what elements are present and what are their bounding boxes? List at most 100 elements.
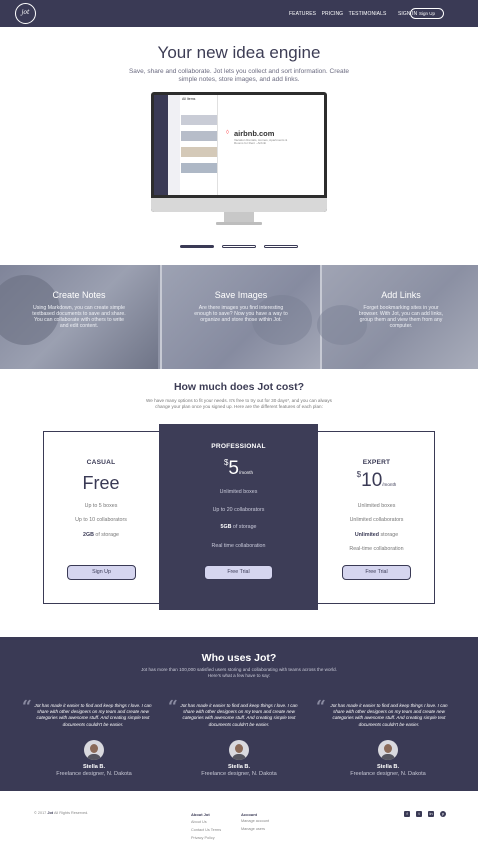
copyright-suffix: All Rights Reserved.	[53, 811, 89, 815]
copyright-brand: Jot	[47, 811, 54, 815]
plan-feature-highlight: 5GB	[220, 524, 232, 530]
testimonials-subtitle: Jot has more than 100,000 satisfied user…	[141, 667, 337, 678]
testimonial-role: Freelance designer, N. Dakota	[56, 771, 132, 777]
feature-title: Save Images	[214, 290, 268, 300]
footer-link-manage-users[interactable]: Manage users	[241, 827, 265, 831]
carousel-dot[interactable]	[222, 245, 256, 248]
feature-text: Using Markdown, you can create simple te…	[32, 305, 126, 329]
app-nav-column	[168, 95, 180, 195]
price-amount: 10	[361, 470, 383, 491]
plan-casual-signup-button[interactable]: Sign Up	[67, 565, 136, 580]
testimonials-title: Who uses Jot?	[201, 652, 277, 664]
app-thumbnail	[181, 115, 217, 125]
monitor-stand-base	[216, 222, 262, 225]
linkedin-icon[interactable]: in	[428, 811, 434, 817]
pinterest-icon[interactable]: p	[440, 811, 446, 817]
footer-link-manage-account[interactable]: Manage account	[241, 819, 269, 823]
monitor-mockup: All Items ◊ airbnb.com Vacation Rentals,…	[151, 92, 327, 212]
monitor-bezel	[151, 198, 327, 212]
app-thumbnail	[181, 163, 217, 173]
testimonial-name: Stella B.	[227, 764, 251, 770]
plan-feature-text: of storage	[93, 532, 119, 538]
nav-link-pricing[interactable]: PRICING	[322, 11, 344, 17]
plan-professional-card	[159, 424, 318, 610]
facebook-icon[interactable]: f	[404, 811, 410, 817]
feature-text: Forget bookmarking sites in your browser…	[358, 305, 444, 329]
plan-pro-feature: Up to 20 collaborators	[212, 507, 265, 513]
plan-expert-free-trial-button[interactable]: Free Trial	[342, 565, 411, 580]
plan-feature-highlight: Unlimited	[354, 532, 379, 538]
footer-account-title: Account	[241, 812, 257, 817]
plan-expert-feature: Unlimited storage	[318, 532, 435, 538]
plan-pro-free-trial-button[interactable]: Free Trial	[204, 565, 273, 580]
price-period: /month	[238, 470, 254, 475]
app-thumbnail	[181, 147, 217, 157]
price-amount: 5	[228, 458, 239, 479]
plan-pro-feature: 5GB of storage	[159, 524, 318, 530]
pricing-subtitle: We have many options to fit your needs. …	[146, 398, 332, 409]
plan-expert-feature: Real-time collaboration	[349, 546, 404, 552]
plan-pro-feature: Real time collaboration	[211, 543, 266, 549]
carousel-dot-active[interactable]	[180, 245, 214, 248]
plan-casual-price: Free	[82, 473, 120, 493]
copyright-prefix: © 2017	[34, 811, 47, 815]
quote-icon: “	[168, 697, 178, 717]
footer-about-title: About Jot	[191, 812, 210, 817]
plan-casual-name: CASUAL	[86, 459, 116, 466]
top-navbar: jot FEATURES PRICING TESTIMONIALS SIGN I…	[0, 0, 478, 27]
app-list-header: All Items	[182, 97, 196, 101]
plan-casual-feature: 2GB of storage	[43, 532, 159, 538]
feature-card-links: Add Links Forget bookmarking sites in yo…	[317, 265, 478, 369]
airbnb-logo-icon: ◊	[226, 130, 229, 136]
avatar	[378, 740, 398, 760]
testimonial-role: Freelance designer, N. Dakota	[350, 771, 426, 777]
plan-expert-feature: Unlimited boxes	[357, 503, 396, 509]
app-thumbnail	[181, 131, 217, 141]
copyright: © 2017 Jot All Rights Reserved.	[34, 811, 88, 815]
testimonial-quote: Jot has made it easier to find and keep …	[180, 703, 298, 727]
monitor-stand	[224, 212, 254, 222]
plan-expert-name: EXPERT	[362, 459, 391, 466]
plan-feature-text: storage	[379, 532, 399, 538]
plan-pro-feature: Unlimited boxes	[219, 489, 258, 495]
avatar	[229, 740, 249, 760]
feature-card-images: Save Images Are there images you find in…	[162, 265, 320, 369]
hero-subtitle: Save, share and collaborate. Jot lets yo…	[128, 68, 350, 83]
plan-expert-feature: Unlimited collaborators	[349, 517, 404, 523]
price-period: /month	[382, 482, 397, 487]
testimonial-name: Stella B.	[82, 764, 106, 770]
plan-pro-price: $5/month	[159, 458, 318, 480]
nav-link-features[interactable]: FEATURES	[289, 11, 316, 17]
footer-link-contact-terms[interactable]: Contact Us Terms	[191, 828, 221, 832]
airbnb-description: Vacation Rentals, Homes, Apartments & Ro…	[234, 138, 288, 146]
nav-signup-button[interactable]: Sign Up	[410, 8, 444, 19]
plan-casual-feature: Up to 5 boxes	[84, 503, 118, 509]
nav-link-testimonials[interactable]: TESTIMONIALS	[349, 11, 387, 17]
carousel-dot[interactable]	[264, 245, 298, 248]
plan-pro-name: PROFESSIONAL	[211, 443, 266, 450]
testimonial-name: Stella B.	[376, 764, 400, 770]
footer-link-privacy[interactable]: Privacy Policy	[191, 836, 215, 840]
plan-feature-text: of storage	[231, 524, 257, 530]
quote-icon: “	[22, 697, 32, 717]
airbnb-title: airbnb.com	[234, 129, 275, 138]
testimonial-quote: Jot has made it easier to find and keep …	[34, 703, 152, 727]
feature-title: Create Notes	[52, 290, 106, 300]
features-section: Create Notes Using Markdown, you can cre…	[0, 265, 478, 369]
plan-feature-highlight: 2GB	[83, 532, 94, 538]
app-screenshot: All Items ◊ airbnb.com Vacation Rentals,…	[154, 95, 324, 195]
testimonial-role: Freelance designer, N. Dakota	[201, 771, 277, 777]
plan-casual-feature: Up to 10 collaborators	[75, 517, 127, 523]
nav-links: FEATURES PRICING TESTIMONIALS SIGN IN	[289, 11, 421, 17]
avatar	[84, 740, 104, 760]
hero-title: Your new idea engine	[157, 43, 321, 62]
pricing-title: How much does Jot cost?	[173, 381, 305, 393]
app-item-list: All Items	[180, 95, 218, 195]
app-sidebar	[154, 95, 168, 195]
footer-link-about-us[interactable]: About Us	[191, 820, 207, 824]
twitter-icon[interactable]: t	[416, 811, 422, 817]
quote-icon: “	[316, 697, 326, 717]
jot-logo[interactable]: jot	[15, 3, 36, 24]
testimonial-quote: Jot has made it easier to find and keep …	[330, 703, 448, 727]
plan-expert-price: $10/month	[318, 470, 435, 492]
